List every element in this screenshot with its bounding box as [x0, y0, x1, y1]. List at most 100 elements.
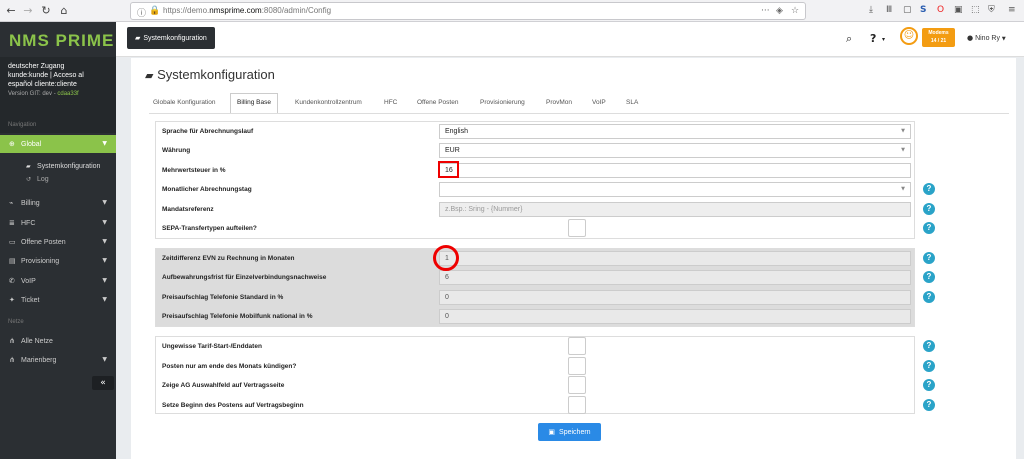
nav-header: Navigation	[8, 122, 37, 128]
currency-select[interactable]: EUR ▼	[439, 143, 911, 158]
form-row: Monatlicher Abrechnungstag ▼ ?	[156, 180, 935, 199]
chart-icon: ⌁	[9, 199, 14, 207]
lock-icon: 🔒	[149, 6, 161, 16]
reload-icon[interactable]: ↻	[38, 3, 54, 19]
sidebar-item-hfc[interactable]: ≣ HFC ▼	[0, 214, 116, 232]
modem-status-badge[interactable]: Modems 14 / 21	[922, 28, 955, 47]
info-icon: ⓘ	[137, 9, 147, 19]
field-label: Posten nur am ende des Monats kündigen?	[162, 363, 297, 370]
sidebar-item-ticket[interactable]: ✦ Ticket ▼	[0, 291, 116, 309]
field-label: Preisaufschlag Telefonie Mobilfunk natio…	[162, 313, 313, 320]
forward-icon[interactable]: →	[20, 3, 36, 19]
help-icon[interactable]: ?	[923, 379, 935, 391]
tab-kundenkontrollzentrum[interactable]: Kundenkontrollzentrum	[295, 93, 362, 113]
bars-icon: ≣	[9, 219, 15, 227]
bookmark-star-icon[interactable]: ☆	[791, 6, 799, 16]
sidebar-item-offene-posten[interactable]: ▭ Offene Posten ▼	[0, 233, 116, 251]
tab-provmon[interactable]: ProvMon	[546, 93, 572, 113]
evn-diff-input[interactable]: 1	[439, 251, 911, 266]
opera-icon[interactable]: O	[937, 5, 944, 15]
tab-billing-base[interactable]: Billing Base	[230, 93, 278, 113]
library-icon[interactable]: Ⅲ	[886, 5, 892, 15]
save-button[interactable]: ▣ Speichern	[538, 423, 601, 441]
server-icon: ▤	[9, 257, 16, 265]
logo[interactable]: NMS PRIME	[0, 22, 116, 57]
form-row: Preisaufschlag Telefonie Mobilfunk natio…	[156, 307, 916, 326]
screen-icon[interactable]: ▣	[954, 5, 963, 15]
vat-input[interactable]: 16	[439, 163, 911, 178]
phone-icon: ✆	[9, 277, 15, 285]
language-select[interactable]: English ▼	[439, 124, 911, 139]
help-icon[interactable]: ?	[923, 360, 935, 372]
item-start-contract-checkbox[interactable]	[568, 396, 586, 414]
tab-voip[interactable]: VoIP	[592, 93, 606, 113]
history-icon: ↺	[26, 176, 32, 183]
form-row: Ungewisse Tarif-Start-/Enddaten ?	[156, 337, 935, 356]
form-row: Zeitdifferenz EVN zu Rechnung in Monaten…	[156, 249, 935, 268]
help-icon[interactable]: ?	[923, 271, 935, 283]
surcharge-standard-input[interactable]: 0	[439, 290, 911, 305]
help-dropdown-icon[interactable]: ?	[870, 32, 876, 45]
form-row: Mehrwertsteuer in % 16	[156, 161, 916, 180]
book-icon: ▰	[26, 163, 31, 170]
sidebar-toggle-icon[interactable]: ▢	[903, 5, 912, 15]
help-icon[interactable]: ?	[923, 399, 935, 411]
logo-text: NMS PRIME	[9, 31, 115, 50]
help-icon[interactable]: ?	[923, 291, 935, 303]
chevron-down-icon: ▼	[102, 296, 107, 303]
nets-header: Netze	[8, 319, 24, 325]
field-label: Setze Beginn des Postens auf Vertragsbeg…	[162, 402, 304, 409]
menu-icon[interactable]: ≡	[1008, 5, 1016, 15]
tabs-divider	[149, 113, 1009, 114]
download-icon[interactable]: ⤓	[869, 5, 873, 15]
retention-period-input[interactable]: 6	[439, 270, 911, 285]
chevron-down-icon: ▼	[102, 238, 107, 245]
chevron-down-icon: ▼	[102, 199, 107, 206]
tab-sla[interactable]: SLA	[626, 93, 638, 113]
current-page-button[interactable]: ▰ Systemkonfiguration	[127, 27, 215, 49]
field-label: SEPA-Transfertypen aufteilen?	[162, 225, 257, 232]
tab-globale-konfiguration[interactable]: Globale Konfiguration	[153, 93, 216, 113]
extension-s-icon[interactable]: S	[920, 5, 926, 15]
sidebar-subitem-log[interactable]: ↺ Log	[0, 173, 116, 186]
back-icon[interactable]: ←	[3, 3, 19, 19]
sidebar-collapse-button[interactable]: «	[92, 376, 114, 390]
show-ag-field-checkbox[interactable]	[568, 376, 586, 394]
surcharge-mobile-input[interactable]: 0	[439, 309, 911, 324]
sidebar-item-provisioning[interactable]: ▤ Provisioning ▼	[0, 252, 116, 270]
form-group-telephony: Zeitdifferenz EVN zu Rechnung in Monaten…	[155, 248, 935, 327]
sidebar-subitem-systemkonfiguration[interactable]: ▰ Systemkonfiguration	[0, 160, 116, 173]
tab-hfc[interactable]: HFC	[384, 93, 397, 113]
page-actions-icon[interactable]: ···	[761, 6, 770, 16]
user-icon: ●	[967, 34, 974, 42]
sidebar-item-global[interactable]: ⊕ Global ▼	[0, 135, 116, 153]
chevron-down-icon: ▼	[901, 186, 905, 192]
chevron-down-icon: ▼	[102, 356, 107, 363]
help-icon[interactable]: ?	[923, 222, 935, 234]
pocket-icon[interactable]: ◈	[776, 6, 783, 16]
help-icon[interactable]: ?	[923, 340, 935, 352]
sidebar-item-voip[interactable]: ✆ VoIP ▼	[0, 272, 116, 290]
sidebar-item-billing[interactable]: ⌁ Billing ▼	[0, 194, 116, 212]
sidebar-item-marienberg[interactable]: ⋔ Marienberg ▼	[0, 351, 116, 369]
mandate-reference-input[interactable]: z.Bsp.: Sring - {Nummer}	[439, 202, 911, 217]
chevron-down-icon: ▾	[882, 36, 886, 43]
billing-day-select[interactable]: ▼	[439, 182, 911, 197]
help-icon[interactable]: ?	[923, 203, 935, 215]
shield-icon[interactable]: ⛨	[988, 5, 995, 15]
sepa-split-checkbox[interactable]	[568, 219, 586, 237]
uncertain-dates-checkbox[interactable]	[568, 337, 586, 355]
tab-offene-posten[interactable]: Offene Posten	[417, 93, 458, 113]
sidebar-item-alle-netze[interactable]: ⋔ Alle Netze	[0, 332, 116, 350]
extension-icon[interactable]: ⬚	[971, 5, 980, 15]
cancel-end-of-month-checkbox[interactable]	[568, 357, 586, 375]
help-icon[interactable]: ?	[923, 183, 935, 195]
tab-provisionierung[interactable]: Provisionierung	[480, 93, 525, 113]
help-icon[interactable]: ?	[923, 252, 935, 264]
highlight-circle	[433, 245, 459, 271]
user-menu[interactable]: ● Nino Ry ▼	[967, 34, 1006, 42]
search-icon[interactable]: ⌕	[846, 32, 852, 46]
home-icon[interactable]: ⌂	[56, 3, 72, 19]
smiley-icon[interactable]: ☺	[900, 27, 918, 45]
url-bar[interactable]: ⓘ 🔒 https://demo.nmsprime.com:8080/admin…	[130, 2, 806, 20]
